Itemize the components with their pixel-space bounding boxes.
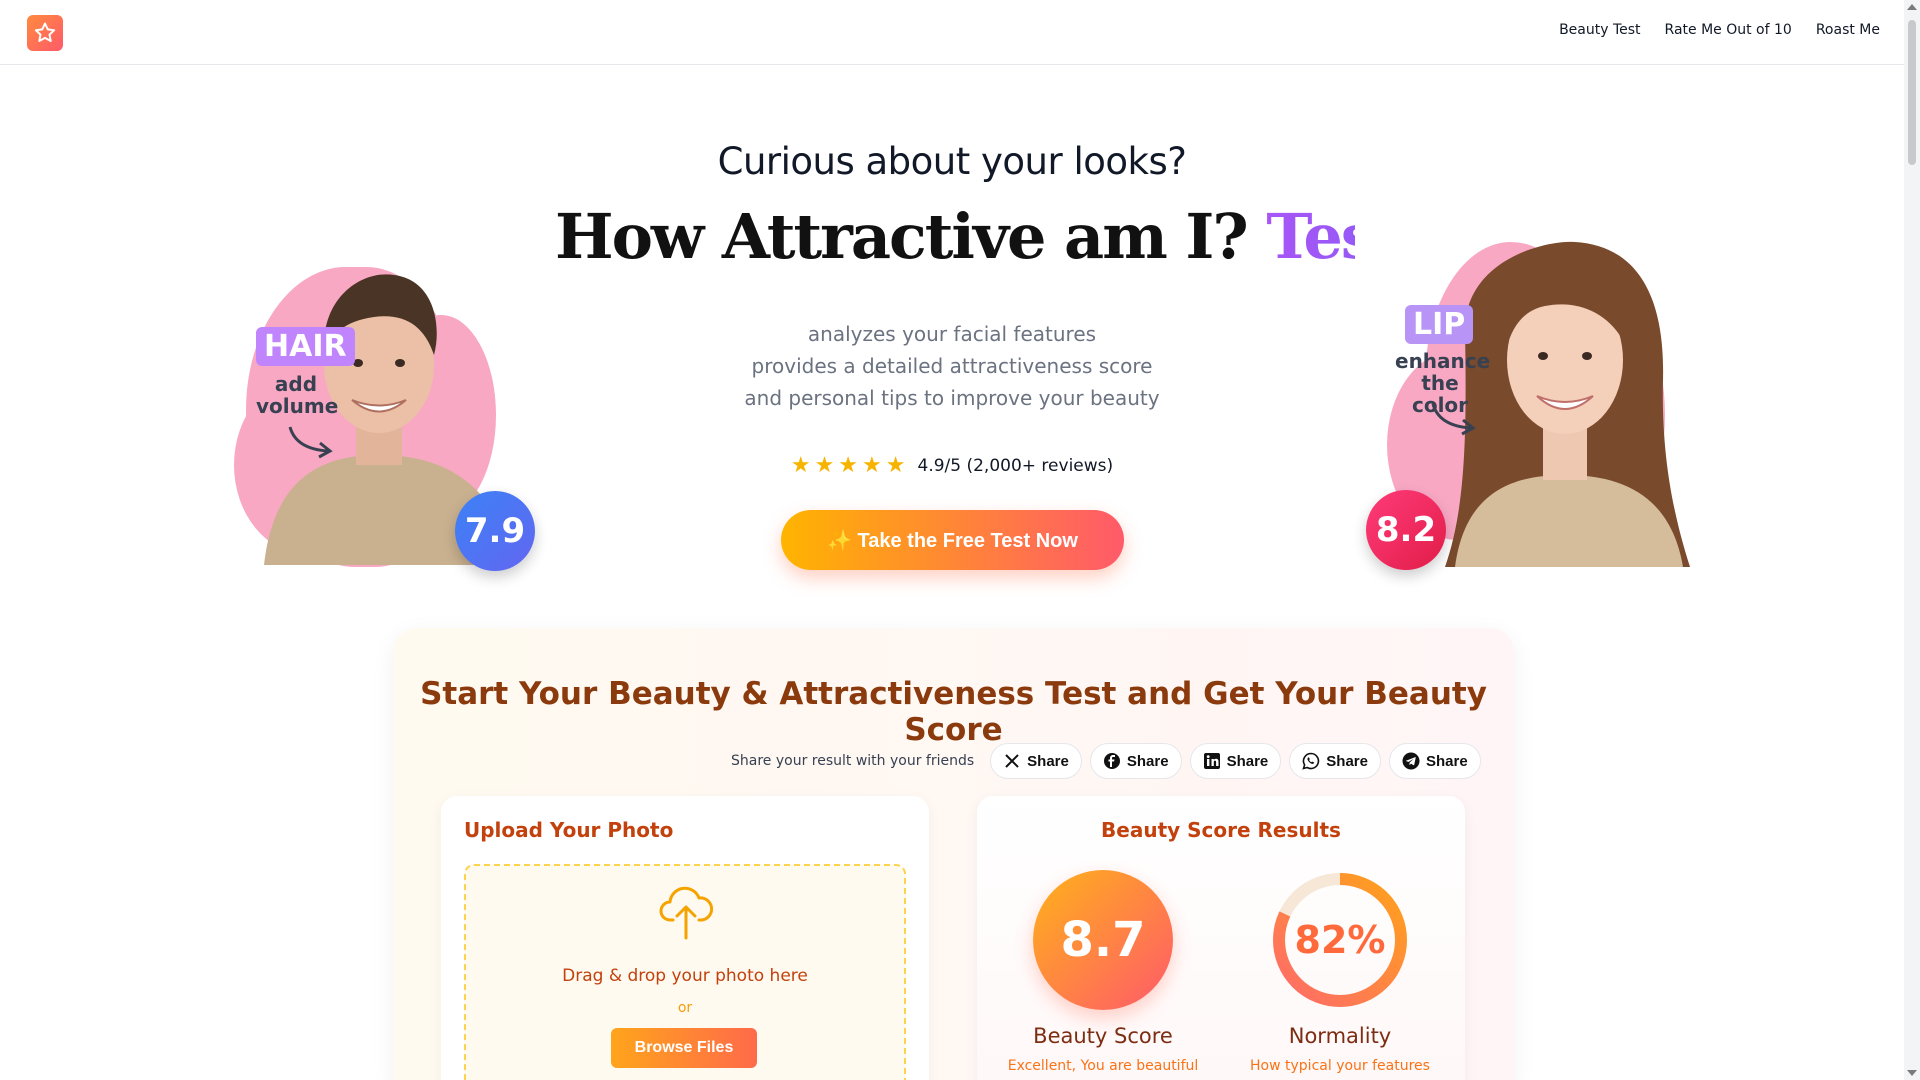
hero-title-accent: Test it now bbox=[1266, 200, 1355, 273]
lip-tag: LIP bbox=[1405, 305, 1474, 344]
share-whatsapp-button[interactable]: Share bbox=[1289, 743, 1381, 779]
portrait-left: HAIR add volume 7.9 bbox=[234, 255, 536, 575]
hair-tag: HAIR bbox=[256, 327, 355, 366]
upload-title: Upload Your Photo bbox=[464, 818, 674, 842]
normality-label: Normality bbox=[1288, 1024, 1392, 1048]
arrow-icon bbox=[288, 426, 333, 459]
beauty-test-card: Start Your Beauty & Attractiveness Test … bbox=[393, 628, 1514, 1080]
page-scrollbar[interactable] bbox=[1904, 0, 1920, 1080]
star-icon: ★ bbox=[790, 453, 811, 478]
portrait-right: LIP enhance the color 8.2 bbox=[1365, 240, 1705, 575]
beauty-score-circle: 8.7 bbox=[1033, 870, 1173, 1010]
upload-panel: Upload Your Photo Drag & drop your photo… bbox=[441, 796, 929, 1080]
share-label: Share your result with your friends bbox=[731, 753, 975, 769]
star-icon: ★ bbox=[838, 453, 859, 478]
logo[interactable] bbox=[27, 15, 63, 51]
arrow-icon bbox=[1431, 403, 1476, 436]
whatsapp-icon bbox=[1302, 752, 1320, 770]
hair-tag-note: add volume bbox=[256, 372, 339, 418]
hero-title-main: How Attractive am I? bbox=[555, 200, 1249, 273]
scroll-down-arrow-icon[interactable] bbox=[1907, 1070, 1917, 1076]
cloud-upload-icon bbox=[659, 886, 713, 940]
share-telegram-label: Share bbox=[1425, 752, 1468, 770]
normality-value: 82% bbox=[1294, 918, 1386, 962]
results-panel: Beauty Score Results 8.7 82% Beauty Scor… bbox=[977, 796, 1465, 1080]
beauty-score-sub: Excellent, You are beautiful bbox=[1007, 1058, 1199, 1074]
normality-sub: How typical your features bbox=[1250, 1058, 1430, 1074]
hair-tag-note-line: add bbox=[274, 372, 318, 396]
hero-kicker: Curious about your looks? bbox=[717, 140, 1187, 183]
share-linkedin-label: Share bbox=[1226, 752, 1269, 770]
nav-beauty-test[interactable]: Beauty Test bbox=[1559, 22, 1640, 38]
star-icon: ★ bbox=[885, 453, 906, 478]
score-badge-left: 7.9 bbox=[455, 491, 535, 571]
beauty-score-label: Beauty Score bbox=[1033, 1024, 1173, 1048]
scrollbar-thumb[interactable] bbox=[1908, 20, 1916, 165]
photo-dropzone[interactable]: Drag & drop your photo here or Browse Fi… bbox=[464, 864, 906, 1080]
hero-title: How Attractive am I? Test it now bbox=[555, 200, 1355, 280]
share-x-button[interactable]: Share bbox=[990, 743, 1082, 779]
take-test-button[interactable]: ✨ Take the Free Test Now bbox=[781, 510, 1124, 570]
results-title: Beauty Score Results bbox=[1101, 818, 1341, 842]
share-whatsapp-label: Share bbox=[1326, 752, 1368, 770]
share-facebook-label: Share bbox=[1126, 752, 1169, 770]
score-badge-right: 8.2 bbox=[1366, 490, 1446, 570]
site-header: Beauty Test Rate Me Out of 10 Roast Me bbox=[0, 0, 1904, 65]
drop-or: or bbox=[677, 1000, 693, 1016]
facebook-icon bbox=[1103, 752, 1121, 770]
card-title: Start Your Beauty & Attractiveness Test … bbox=[420, 676, 1487, 748]
share-x-label: Share bbox=[1027, 752, 1069, 770]
star-icon bbox=[34, 22, 56, 42]
drop-text: Drag & drop your photo here bbox=[562, 966, 808, 986]
nav-roast-me[interactable]: Roast Me bbox=[1816, 22, 1880, 38]
share-telegram-button[interactable]: Share bbox=[1388, 743, 1481, 779]
x-icon bbox=[1003, 752, 1021, 770]
hair-tag-note-line: volume bbox=[256, 394, 339, 418]
star-icon: ★ bbox=[862, 453, 882, 478]
linkedin-icon bbox=[1203, 752, 1221, 770]
share-linkedin-button[interactable]: Share bbox=[1189, 743, 1282, 779]
main-nav: Beauty Test Rate Me Out of 10 Roast Me bbox=[1559, 22, 1880, 38]
nav-rate-me[interactable]: Rate Me Out of 10 bbox=[1665, 22, 1792, 38]
browse-files-button[interactable]: Browse Files bbox=[611, 1028, 757, 1068]
star-icon: ★ bbox=[814, 453, 835, 478]
telegram-icon bbox=[1402, 752, 1420, 770]
share-facebook-button[interactable]: Share bbox=[1089, 743, 1182, 779]
lip-tag-note-line: enhance bbox=[1395, 349, 1491, 373]
share-row: Share your result with your friends Shar… bbox=[731, 743, 1481, 779]
rating-text: 4.9/5 (2,000+ reviews) bbox=[917, 456, 1114, 476]
scroll-up-arrow-icon[interactable] bbox=[1907, 4, 1917, 10]
